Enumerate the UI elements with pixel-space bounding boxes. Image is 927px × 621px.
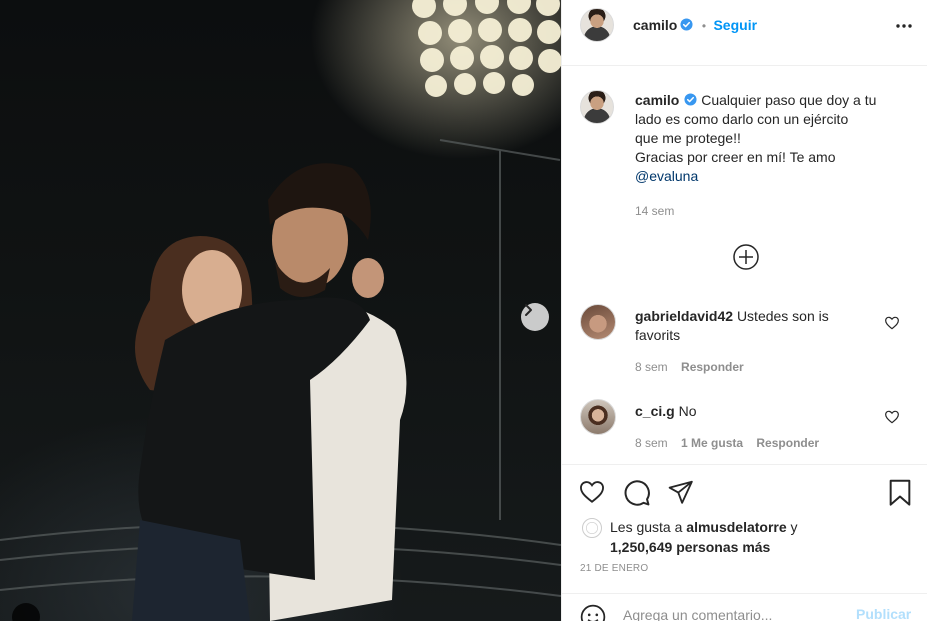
- next-photo-button[interactable]: [521, 303, 549, 331]
- commenter-username[interactable]: c_ci.g: [635, 403, 675, 419]
- heart-icon[interactable]: [578, 479, 606, 505]
- author-username[interactable]: camilo: [633, 17, 677, 33]
- post-caption: camilo Cualquier paso que doy a tu lado …: [635, 91, 915, 186]
- emoji-icon[interactable]: [580, 604, 606, 621]
- comment-text: gabrieldavid42 Ustedes son is favorits: [635, 307, 875, 345]
- post-photo[interactable]: [0, 0, 561, 621]
- next-arrow-icon: [525, 304, 532, 316]
- add-circle-icon[interactable]: [732, 243, 760, 271]
- comment-meta: 8 sem 1 Me gusta Responder: [635, 436, 829, 450]
- comment-meta: 8 sem Responder: [635, 360, 754, 374]
- commenter-avatar[interactable]: [580, 304, 616, 340]
- caption-line-3: que me protege!!: [635, 130, 741, 146]
- follow-button[interactable]: Seguir: [713, 17, 757, 33]
- caption-time: 14 sem: [635, 204, 675, 218]
- commenter-username[interactable]: gabrieldavid42: [635, 308, 733, 324]
- comment-item: c_ci.g No 8 sem 1 Me gusta Responder: [580, 399, 920, 455]
- author-avatar[interactable]: [580, 8, 614, 42]
- heart-icon[interactable]: [884, 315, 900, 331]
- add-comment-bar: Publicar: [562, 593, 927, 621]
- heart-icon[interactable]: [884, 409, 900, 425]
- caption-line-1: Cualquier paso que doy a tu: [701, 92, 877, 108]
- more-options-icon[interactable]: [895, 19, 913, 33]
- commenter-avatar[interactable]: [580, 399, 616, 435]
- post-date: 21 DE ENERO: [580, 563, 649, 574]
- comment-text: c_ci.g No: [635, 402, 875, 421]
- separator-dot: •: [701, 19, 707, 33]
- caption-mention[interactable]: @evaluna: [635, 168, 698, 184]
- caption-line-2: lado es como darlo con un ejército: [635, 111, 849, 127]
- photo-scene: [0, 0, 561, 621]
- bookmark-icon[interactable]: [888, 479, 912, 507]
- verified-icon: [684, 93, 697, 106]
- post-header: camilo • Seguir: [562, 0, 927, 66]
- likes-count[interactable]: 1,250,649: [610, 539, 672, 555]
- comment-item: gabrieldavid42 Ustedes son is favorits 8…: [580, 304, 920, 384]
- caption-username[interactable]: camilo: [635, 92, 679, 108]
- caption-line-4: Gracias por creer en mí! Te amo: [635, 149, 836, 165]
- comment-icon[interactable]: [623, 479, 651, 507]
- reply-button[interactable]: Responder: [681, 360, 744, 374]
- likes-summary: Les gusta a almusdelatorre y 1,250,649 p…: [610, 517, 798, 557]
- comment-time: 8 sem: [635, 360, 668, 374]
- comment-time: 8 sem: [635, 436, 668, 450]
- likes-suffix[interactable]: personas más: [676, 539, 770, 555]
- share-icon[interactable]: [667, 479, 695, 505]
- publish-button[interactable]: Publicar: [856, 606, 911, 621]
- comment-body-line-2: favorits: [635, 327, 681, 343]
- liker-avatar[interactable]: [582, 518, 602, 538]
- comment-body-line-1: Ustedes son is: [736, 308, 829, 324]
- post-side-panel: camilo • Seguir camilo Cualquier paso qu…: [561, 0, 927, 621]
- author-line: camilo • Seguir: [633, 17, 757, 35]
- post-actions: Les gusta a almusdelatorre y 1,250,649 p…: [562, 464, 927, 621]
- comment-input[interactable]: [623, 604, 843, 621]
- likes-prefix: Les gusta a: [610, 519, 683, 535]
- likes-user[interactable]: almusdelatorre: [686, 519, 786, 535]
- reply-button[interactable]: Responder: [756, 436, 819, 450]
- caption-avatar[interactable]: [580, 90, 614, 124]
- comment-body: No: [678, 403, 697, 419]
- verified-icon: [680, 18, 693, 31]
- likes-conj: y: [790, 519, 798, 535]
- comment-likes-button[interactable]: 1 Me gusta: [681, 436, 743, 450]
